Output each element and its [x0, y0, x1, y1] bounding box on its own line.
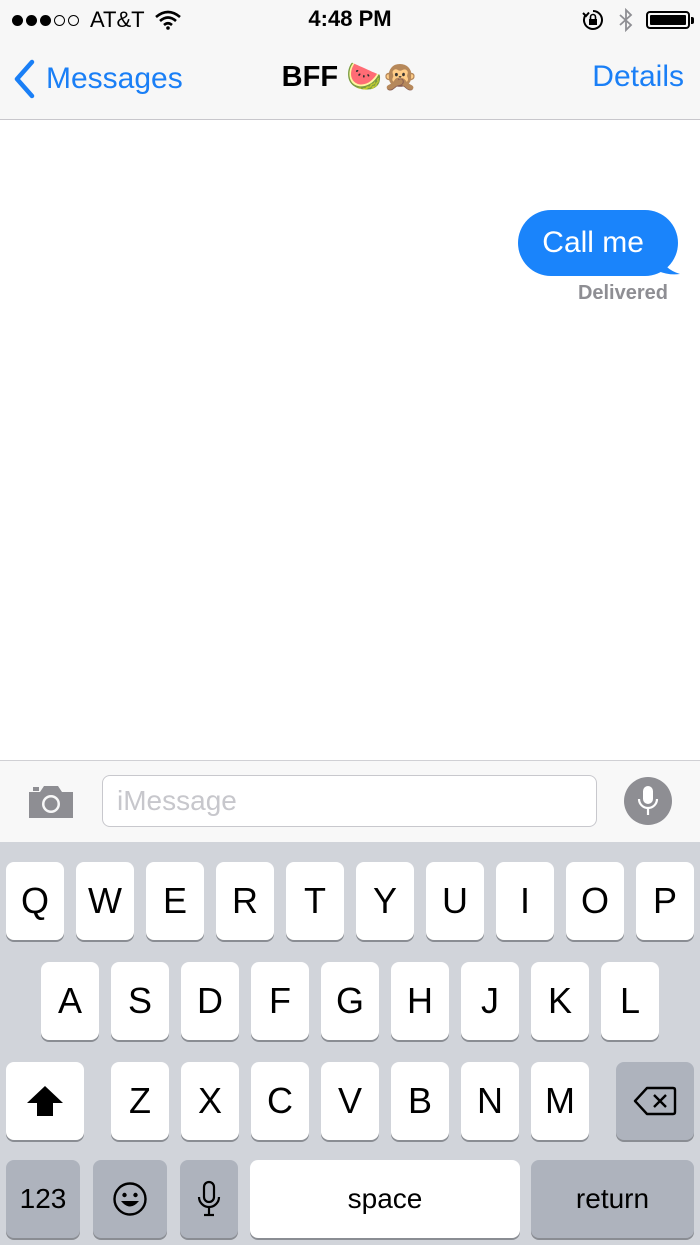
- key-y[interactable]: Y: [356, 862, 414, 940]
- emoji-icon: [113, 1182, 147, 1216]
- keyboard: Q W E R T Y U I O P A S D F G H J K L Z …: [0, 842, 700, 1245]
- key-v[interactable]: V: [321, 1062, 379, 1140]
- key-t[interactable]: T: [286, 862, 344, 940]
- key-e[interactable]: E: [146, 862, 204, 940]
- status-bar: AT&T 4:48 PM: [0, 0, 700, 40]
- imessage-input[interactable]: [102, 775, 597, 827]
- key-q[interactable]: Q: [6, 862, 64, 940]
- message-bubble[interactable]: Call me: [518, 210, 678, 276]
- details-button[interactable]: Details: [592, 60, 684, 94]
- message-input-bar: [0, 760, 700, 842]
- key-c[interactable]: C: [251, 1062, 309, 1140]
- key-d[interactable]: D: [181, 962, 239, 1040]
- dictation-button[interactable]: [624, 777, 672, 825]
- key-l[interactable]: L: [601, 962, 659, 1040]
- key-r[interactable]: R: [216, 862, 274, 940]
- microphone-icon: [197, 1180, 221, 1217]
- status-right: [582, 6, 694, 34]
- microphone-icon: [637, 786, 659, 815]
- key-w[interactable]: W: [76, 862, 134, 940]
- key-x[interactable]: X: [181, 1062, 239, 1140]
- camera-icon[interactable]: [26, 783, 76, 821]
- bluetooth-icon: [619, 8, 633, 32]
- key-a[interactable]: A: [41, 962, 99, 1040]
- delivery-status: Delivered: [577, 282, 668, 304]
- shift-key[interactable]: [6, 1062, 84, 1140]
- dictation-key[interactable]: [180, 1160, 238, 1238]
- backspace-key[interactable]: [616, 1062, 694, 1140]
- key-m[interactable]: M: [531, 1062, 589, 1140]
- key-p[interactable]: P: [636, 862, 694, 940]
- backspace-icon: [633, 1086, 677, 1116]
- battery-icon: [646, 11, 694, 29]
- key-g[interactable]: G: [321, 962, 379, 1040]
- key-k[interactable]: K: [531, 962, 589, 1040]
- return-key[interactable]: return: [531, 1160, 694, 1238]
- key-u[interactable]: U: [426, 862, 484, 940]
- key-i[interactable]: I: [496, 862, 554, 940]
- key-h[interactable]: H: [391, 962, 449, 1040]
- numbers-key[interactable]: 123: [6, 1160, 80, 1238]
- key-o[interactable]: O: [566, 862, 624, 940]
- emoji-key[interactable]: [93, 1160, 167, 1238]
- space-key[interactable]: space: [250, 1160, 520, 1238]
- nav-bar: Messages BFF 🍉🙊 Details: [0, 40, 700, 120]
- key-n[interactable]: N: [461, 1062, 519, 1140]
- key-s[interactable]: S: [111, 962, 169, 1040]
- key-j[interactable]: J: [461, 962, 519, 1040]
- orientation-lock-icon: [582, 10, 603, 30]
- key-b[interactable]: B: [391, 1062, 449, 1140]
- shift-icon: [27, 1086, 63, 1116]
- key-z[interactable]: Z: [111, 1062, 169, 1140]
- key-f[interactable]: F: [251, 962, 309, 1040]
